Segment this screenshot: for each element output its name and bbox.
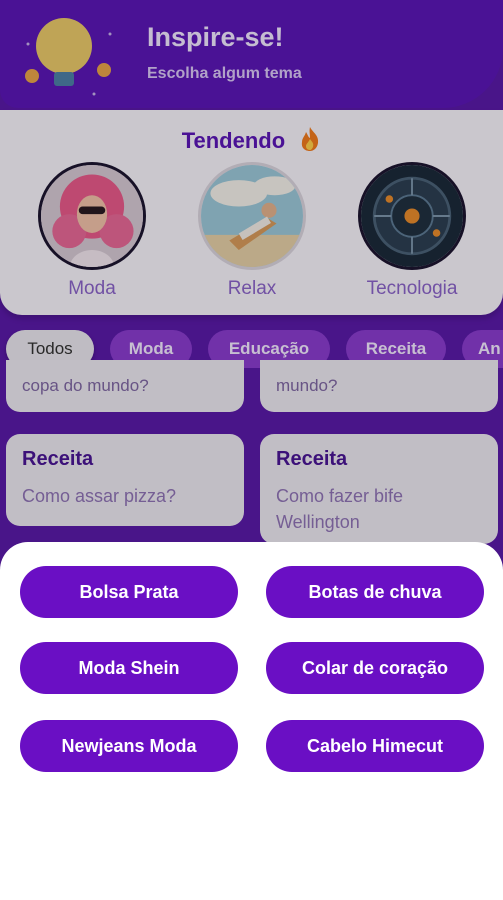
trending-label-tecnologia: Tecnologia — [366, 278, 458, 299]
trending-label-relax: Relax — [227, 278, 277, 299]
trending-title: Tendendo — [0, 126, 503, 154]
content-card-4[interactable]: Receita Como fazer bife Wellington — [260, 434, 498, 544]
option-bolsa-prata[interactable]: Bolsa Prata — [20, 566, 238, 618]
option-cabelo-himecut[interactable]: Cabelo Himecut — [266, 720, 484, 772]
fire-icon — [299, 126, 321, 152]
content-card-2[interactable]: mundo? — [260, 360, 498, 412]
content-card-1[interactable]: copa do mundo? — [6, 360, 244, 412]
suggestions-sheet: Bolsa Prata Botas de chuva Moda Shein Co… — [0, 542, 503, 900]
trending-card: Tendendo Moda Relax Tecnologia — [0, 110, 503, 315]
option-colar-de-coracao[interactable]: Colar de coração — [266, 642, 484, 694]
option-botas-de-chuva[interactable]: Botas de chuva — [266, 566, 484, 618]
card-text: copa do mundo? — [22, 376, 149, 395]
page-title: Inspire-se! — [147, 22, 284, 52]
trending-item-tecnologia[interactable]: Tecnologia — [352, 162, 472, 300]
relax-thumbnail — [198, 162, 306, 270]
header: Inspire-se! Escolha algum tema — [0, 0, 503, 108]
card-text: Como fazer bife Wellington — [276, 486, 404, 532]
page-subtitle: Escolha algum tema — [147, 65, 302, 82]
trending-item-relax[interactable]: Relax — [192, 162, 312, 300]
option-moda-shein[interactable]: Moda Shein — [20, 642, 238, 694]
trending-label-moda: Moda — [68, 278, 116, 299]
card-text: mundo? — [276, 376, 338, 395]
content-card-3[interactable]: Receita Como assar pizza? — [6, 434, 244, 526]
card-category: Receita — [276, 448, 348, 470]
tecnologia-thumbnail — [358, 162, 466, 270]
card-text: Como assar pizza? — [22, 486, 177, 506]
trending-label: Tendendo — [181, 128, 286, 153]
trending-item-moda[interactable]: Moda — [32, 162, 152, 300]
option-newjeans-moda[interactable]: Newjeans Moda — [20, 720, 238, 772]
lightbulb-icon — [25, 18, 112, 96]
moda-thumbnail — [38, 162, 146, 270]
card-category: Receita — [22, 448, 94, 470]
